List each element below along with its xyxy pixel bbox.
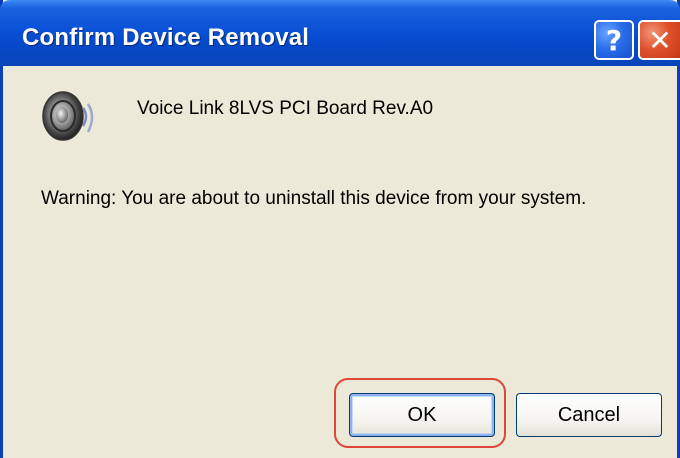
cancel-button[interactable]: Cancel — [516, 393, 662, 437]
ok-button-label: OK — [407, 403, 437, 426]
ok-button[interactable]: OK — [349, 393, 495, 437]
warning-message: Warning: You are about to uninstall this… — [41, 188, 587, 209]
dialog-window: Confirm Device Removal ? ✕ Voice Link 8L… — [0, 0, 680, 458]
dialog-title: Confirm Device Removal — [22, 24, 310, 51]
close-button[interactable]: ✕ — [638, 20, 680, 60]
device-name-label: Voice Link 8LVS PCI Board Rev.A0 — [137, 98, 434, 119]
close-icon: ✕ — [648, 23, 672, 57]
cancel-button-label: Cancel — [557, 403, 621, 426]
help-button[interactable]: ? — [594, 20, 634, 60]
title-bar[interactable]: Confirm Device Removal ? ✕ — [0, 0, 680, 66]
speaker-icon — [42, 91, 94, 141]
help-icon: ? — [605, 23, 623, 57]
